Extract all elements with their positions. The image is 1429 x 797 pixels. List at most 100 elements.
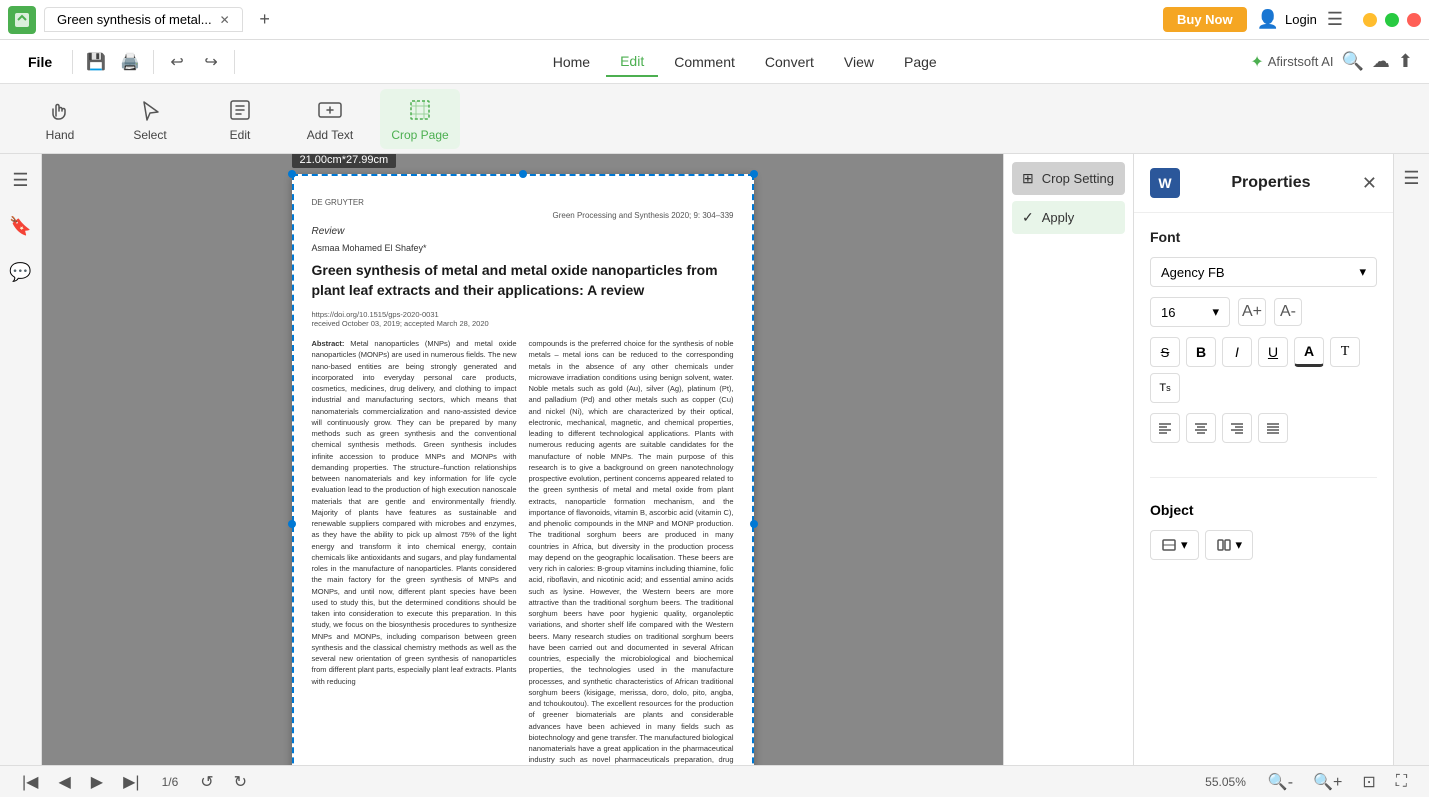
crop-panel: ⊞ Crop Setting ✓ Apply [1003,154,1133,765]
crop-handle-mr[interactable] [750,520,758,528]
superscript-button[interactable]: Ts [1150,373,1180,403]
document-tab[interactable]: Green synthesis of metal... ✕ [44,7,243,32]
close-button[interactable] [1407,13,1421,27]
font-name-row: Agency FB ▾ [1150,257,1377,287]
select-tool-button[interactable]: Select [110,89,190,149]
tab-close-button[interactable]: ✕ [220,13,230,27]
object-distribute-dropdown[interactable]: ▾ [1205,530,1254,560]
zoom-in-button[interactable]: 🔍+ [1307,770,1348,794]
select-label: Select [133,128,166,142]
nav-first-button[interactable]: |◀ [16,770,44,794]
menu-right: ✦ Afirstsoft AI 🔍 ☁ ⬆ [1250,51,1413,72]
undo-icon[interactable]: ↩ [162,47,192,77]
login-button[interactable]: 👤 Login [1257,9,1317,30]
fullscreen-button[interactable]: ⛶ [1390,771,1413,793]
menu-page[interactable]: Page [890,48,951,76]
menu-file[interactable]: File [16,48,64,76]
title-bar-right: Buy Now 👤 Login ☰ [1163,7,1421,32]
collapse-icon[interactable]: ⬆ [1398,51,1413,72]
minimize-button[interactable] [1363,13,1377,27]
pdf-authors: Asmaa Mohamed El Shafey* [312,243,734,253]
crop-size-label: 21.00cm*27.99cm [292,154,397,168]
fit-page-button[interactable]: ⊡ [1356,770,1381,794]
ai-button[interactable]: ✦ Afirstsoft AI [1250,52,1333,72]
zoom-out-button[interactable]: 🔍- [1262,770,1299,794]
object-align-chevron: ▾ [1181,537,1188,553]
font-family-chevron: ▾ [1359,264,1366,280]
edit-tool-button[interactable]: Edit [200,89,280,149]
pdf-content-columns: Abstract: Metal nanoparticles (MNPs) and… [312,338,734,765]
crop-setting-label: Crop Setting [1042,171,1114,186]
menu-home[interactable]: Home [539,48,604,76]
page-info: 1/6 [162,775,179,789]
text-style-button[interactable]: T [1330,337,1360,367]
pdf-area[interactable]: 21.00cm*27.99cm DE GRUYTER Green Process… [42,154,1003,765]
menu-convert[interactable]: Convert [751,48,828,76]
sidebar-bookmark-icon[interactable]: 🔖 [5,210,37,242]
font-size-decrease-button[interactable]: A- [1274,298,1302,326]
buy-now-button[interactable]: Buy Now [1163,7,1247,32]
underline-button[interactable]: U [1258,337,1288,367]
left-sidebar: ☰ 🔖 💬 [0,154,42,765]
add-text-tool-button[interactable]: Add Text [290,89,370,149]
login-label: Login [1285,12,1317,27]
align-right-button[interactable] [1222,413,1252,443]
font-size-value: 16 [1161,305,1175,320]
menu-view[interactable]: View [830,48,888,76]
print-icon[interactable]: 🖨️ [115,47,145,77]
save-icon[interactable]: 💾 [81,47,111,77]
align-left-button[interactable] [1150,413,1180,443]
format-buttons-row: S B I U A T Ts [1150,337,1377,403]
menu-edit[interactable]: Edit [606,47,658,77]
crop-handle-tr[interactable] [750,170,758,178]
align-buttons-row [1150,413,1377,443]
nav-last-button[interactable]: ▶| [117,770,145,794]
font-size-increase-button[interactable]: A+ [1238,298,1266,326]
object-align-dropdown[interactable]: ▾ [1150,530,1199,560]
pdf-col-left: Abstract: Metal nanoparticles (MNPs) and… [312,338,517,765]
properties-panel: W Properties ✕ Font Agency FB ▾ 16 ▾ A+ … [1133,154,1393,765]
crop-setting-icon: ⊞ [1022,170,1034,187]
crop-handle-tl[interactable] [288,170,296,178]
sidebar-pages-icon[interactable]: ☰ [5,164,37,196]
object-controls-row: ▾ ▾ [1150,530,1377,560]
hamburger-icon[interactable]: ☰ [1327,9,1343,30]
crop-handle-tc[interactable] [519,170,527,178]
font-family-dropdown[interactable]: Agency FB ▾ [1150,257,1377,287]
rotate-right-button[interactable]: ↻ [228,770,253,794]
new-tab-button[interactable]: + [251,6,279,34]
italic-button[interactable]: I [1222,337,1252,367]
pdf-page: 21.00cm*27.99cm DE GRUYTER Green Process… [292,174,754,765]
sidebar-comment-icon[interactable]: 💬 [5,256,37,288]
menu-divider-2 [153,50,154,74]
pdf-publisher: DE GRUYTER [312,198,734,207]
align-center-button[interactable] [1186,413,1216,443]
title-bar-left: Green synthesis of metal... ✕ + [8,6,1163,34]
add-text-label: Add Text [307,128,353,142]
strikethrough-button[interactable]: S [1150,337,1180,367]
bold-button[interactable]: B [1186,337,1216,367]
nav-next-button[interactable]: ▶ [85,770,109,794]
right-sidebar-lines-icon[interactable]: ☰ [1398,164,1426,192]
properties-title: Properties [1231,174,1310,192]
crop-setting-button[interactable]: ⊞ Crop Setting [1012,162,1125,195]
menu-divider-1 [72,50,73,74]
hand-tool-button[interactable]: Hand [20,89,100,149]
font-color-button[interactable]: A [1294,337,1324,367]
rotate-left-button[interactable]: ↺ [194,770,219,794]
menu-comment[interactable]: Comment [660,48,749,76]
apply-button[interactable]: ✓ Apply [1012,201,1125,234]
cloud-icon[interactable]: ☁ [1372,51,1390,72]
font-size-dropdown[interactable]: 16 ▾ [1150,297,1230,327]
nav-prev-button[interactable]: ◀ [52,770,76,794]
redo-icon[interactable]: ↪ [196,47,226,77]
crop-page-tool-button[interactable]: Crop Page [380,89,460,149]
pdf-doi: https://doi.org/10.1515/gps-2020-0031rec… [312,310,734,328]
search-icon[interactable]: 🔍 [1341,51,1363,72]
align-justify-button[interactable] [1258,413,1288,443]
properties-close-button[interactable]: ✕ [1362,173,1377,194]
crop-handle-ml[interactable] [288,520,296,528]
app-icon [8,6,36,34]
maximize-button[interactable] [1385,13,1399,27]
pdf-section: Review [312,226,734,237]
